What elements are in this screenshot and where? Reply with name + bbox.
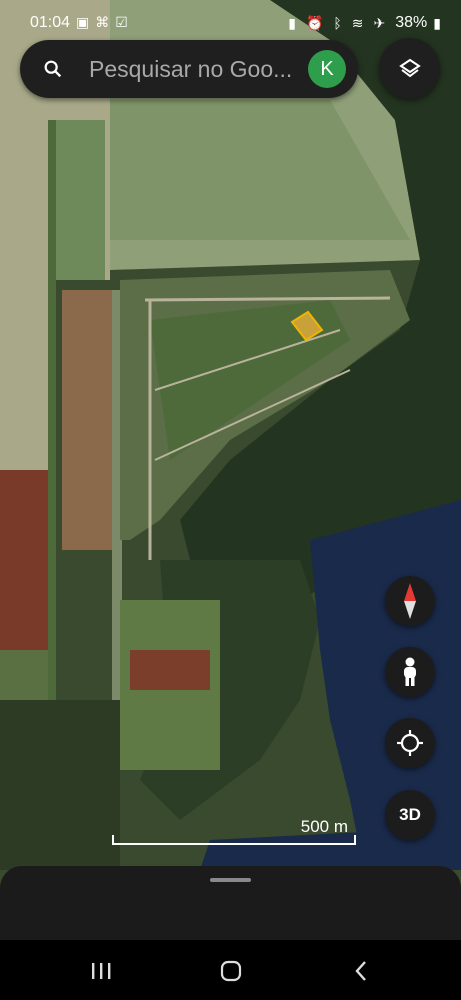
notification-icons: ▣⌘☑ [76,14,134,31]
account-avatar[interactable]: K [308,50,346,88]
home-button[interactable] [216,956,246,986]
battery-icon: ▮ [433,14,445,31]
status-time: 01:04 [30,14,71,31]
my-location-button[interactable] [385,718,435,768]
link-icon: ⌘ [95,14,116,30]
3d-button[interactable]: 3D [385,790,435,840]
search-bar[interactable]: Pesquisar no Goo... K [20,40,358,98]
recents-button[interactable] [86,956,116,986]
layers-icon [398,58,421,77]
airplane-icon: ✈ [373,14,390,31]
sheet-drag-handle[interactable] [210,878,251,882]
bottom-sheet[interactable] [0,866,461,940]
my-location-icon [397,730,423,756]
search-icon [44,60,62,78]
battery-percent: 38% [395,14,428,31]
back-icon [355,961,366,981]
navigation-bar [0,940,461,1000]
image-icon: ▣ [76,14,96,30]
scale-label: 500 m [300,817,348,836]
bluetooth-icon: ᛒ [333,15,346,31]
home-icon [220,960,242,982]
back-button[interactable] [346,956,376,986]
layers-button[interactable] [379,38,440,99]
recents-icon [92,963,111,979]
alarm-icon: ⏰ [305,14,328,31]
scale-bar: 500 m [112,815,356,845]
wifi-icon: ≋ [351,14,368,31]
compass-icon [404,583,416,619]
satellite-map[interactable] [0,0,461,1000]
battery-saver-icon: ▮ [288,14,300,31]
search-placeholder[interactable]: Pesquisar no Goo... [89,56,299,83]
scale-line [112,835,356,845]
compass-button[interactable] [385,576,435,626]
street-view-icon [404,657,416,686]
check-icon: ☑ [115,14,134,30]
street-view-button[interactable] [385,647,435,697]
system-icons: ▮ ⏰ ᛒ ≋ ✈ 38% ▮ [288,14,445,32]
